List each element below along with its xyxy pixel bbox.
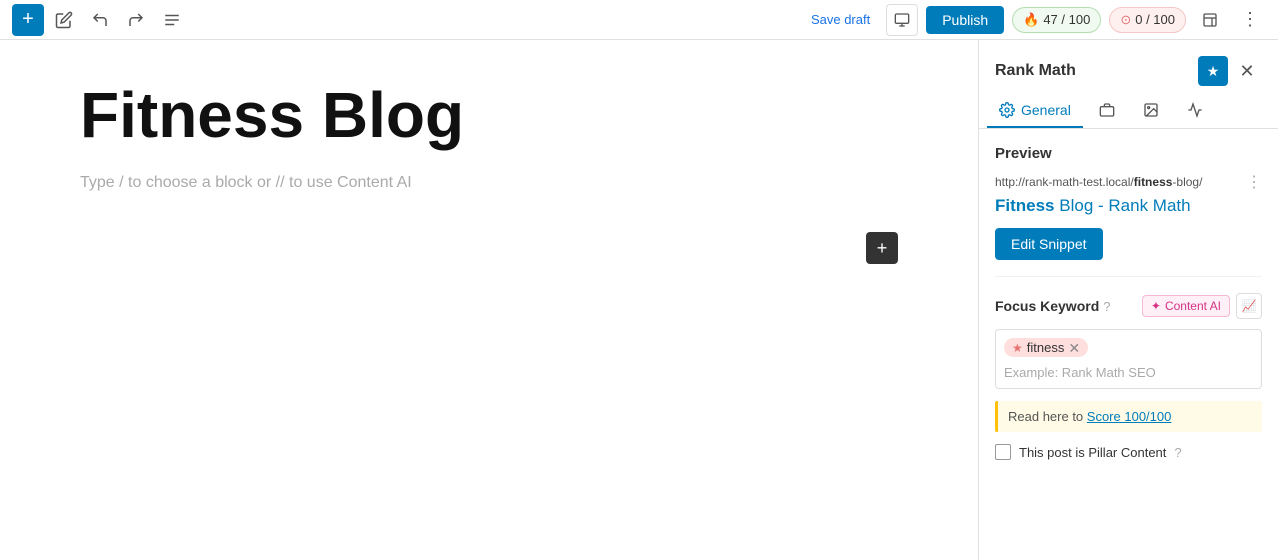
keyword-input-area[interactable]: ★ fitness ✕ Example: Rank Math SEO — [995, 329, 1262, 389]
sidebar-header: Rank Math ★ ✕ — [979, 40, 1278, 86]
list-view-button[interactable] — [156, 4, 188, 36]
preview-link-normal: Blog - Rank Math — [1055, 196, 1191, 215]
pillar-label: This post is Pillar Content — [1019, 445, 1166, 460]
preview-url-suffix: -blog/ — [1172, 175, 1202, 189]
trend-icon: 📈 — [1242, 299, 1257, 313]
tab-general[interactable]: General — [987, 94, 1083, 128]
main-area: Fitness Blog Type / to choose a block or… — [0, 40, 1278, 560]
preview-section: Preview http://rank-math-test.local/fitn… — [995, 145, 1262, 260]
save-draft-button[interactable]: Save draft — [803, 8, 878, 31]
list-icon — [163, 11, 181, 29]
star-icon: ★ — [1207, 63, 1220, 80]
read-here-prefix: Read here to — [1008, 409, 1087, 424]
seo-score-label: 47 / 100 — [1043, 12, 1090, 27]
toolbar: + Save draft Publish 🔥 47 / 100 ⊙ 0 / 10… — [0, 0, 1278, 40]
tab-briefcase[interactable] — [1087, 94, 1127, 128]
layout-icon — [1202, 12, 1218, 28]
content-ai-label: Content AI — [1165, 299, 1221, 313]
pencil-button[interactable] — [48, 4, 80, 36]
tab-analytics[interactable] — [1175, 94, 1215, 128]
focus-keyword-title-wrap: Focus Keyword ? — [995, 298, 1110, 314]
layout-button[interactable] — [1194, 4, 1226, 36]
gear-icon — [999, 102, 1015, 118]
preview-url-dots[interactable]: ⋮ — [1246, 172, 1262, 192]
publish-button[interactable]: Publish — [926, 6, 1004, 34]
undo-icon — [91, 11, 109, 29]
kebab-icon: ⋮ — [1241, 9, 1259, 30]
sidebar-title: Rank Math — [995, 62, 1076, 80]
undo-button[interactable] — [84, 4, 116, 36]
pillar-content-row: This post is Pillar Content ? — [995, 444, 1262, 460]
add-block-inline-button[interactable]: + — [866, 232, 898, 264]
accessibility-score-button[interactable]: ⊙ 0 / 100 — [1109, 7, 1186, 33]
content-ai-button[interactable]: ✦ Content AI — [1142, 295, 1230, 317]
preview-title: Preview — [995, 145, 1262, 162]
focus-keyword-title: Focus Keyword — [995, 298, 1099, 314]
redo-button[interactable] — [120, 4, 152, 36]
preview-url: http://rank-math-test.local/fitness-blog… — [995, 172, 1262, 192]
flame-icon: 🔥 — [1023, 12, 1039, 28]
seo-score-button[interactable]: 🔥 47 / 100 — [1012, 7, 1101, 33]
focus-keyword-section: Focus Keyword ? ✦ Content AI 📈 — [995, 276, 1262, 460]
close-icon: ✕ — [1239, 61, 1254, 82]
read-here-link[interactable]: Score 100/100 — [1087, 409, 1172, 424]
keyword-actions: ✦ Content AI 📈 — [1142, 293, 1262, 319]
plus-inline-icon: + — [877, 238, 888, 259]
read-here-banner: Read here to Score 100/100 — [995, 401, 1262, 432]
sidebar-header-icons: ★ ✕ — [1198, 56, 1262, 86]
page-title: Fitness Blog — [80, 80, 898, 150]
plus-icon: + — [22, 8, 34, 31]
tab-image[interactable] — [1131, 94, 1171, 128]
close-sidebar-button[interactable]: ✕ — [1232, 56, 1262, 86]
content-ai-icon: ✦ — [1151, 299, 1161, 313]
keyword-placeholder: Example: Rank Math SEO — [1004, 365, 1253, 380]
accessibility-score-label: 0 / 100 — [1135, 12, 1175, 27]
redo-icon — [127, 11, 145, 29]
preview-link-bold: Fitness — [995, 196, 1055, 215]
toolbar-right: Save draft Publish 🔥 47 / 100 ⊙ 0 / 100 … — [803, 4, 1266, 36]
briefcase-icon — [1099, 102, 1115, 118]
preview-button[interactable] — [886, 4, 918, 36]
more-options-button[interactable]: ⋮ — [1234, 4, 1266, 36]
keyword-star-icon: ★ — [1012, 341, 1023, 355]
preview-url-prefix: http://rank-math-test.local/ — [995, 175, 1134, 189]
tab-general-label: General — [1021, 102, 1071, 118]
focus-keyword-header: Focus Keyword ? ✦ Content AI 📈 — [995, 293, 1262, 319]
keyword-remove-button[interactable]: ✕ — [1068, 341, 1080, 355]
preview-url-text: http://rank-math-test.local/fitness-blog… — [995, 175, 1202, 189]
preview-link[interactable]: Fitness Blog - Rank Math — [995, 196, 1262, 216]
pencil-icon — [55, 11, 73, 29]
keyword-tag: ★ fitness ✕ — [1004, 338, 1088, 357]
pillar-checkbox[interactable] — [995, 444, 1011, 460]
edit-snippet-button[interactable]: Edit Snippet — [995, 228, 1103, 260]
keyword-tag-text: fitness — [1027, 340, 1065, 355]
editor-placeholder: Type / to choose a block or // to use Co… — [80, 174, 898, 192]
star-button[interactable]: ★ — [1198, 56, 1228, 86]
pillar-help-icon[interactable]: ? — [1174, 445, 1181, 460]
editor-area[interactable]: Fitness Blog Type / to choose a block or… — [0, 40, 978, 560]
sidebar: Rank Math ★ ✕ General — [978, 40, 1278, 560]
sidebar-tabs: General — [979, 86, 1278, 129]
trend-button[interactable]: 📈 — [1236, 293, 1262, 319]
sidebar-content: Preview http://rank-math-test.local/fitn… — [979, 129, 1278, 476]
add-block-button[interactable]: + — [12, 4, 44, 36]
preview-url-bold: fitness — [1134, 175, 1173, 189]
toolbar-left: + — [12, 4, 799, 36]
analytics-icon — [1187, 102, 1203, 118]
image-icon — [1143, 102, 1159, 118]
help-icon[interactable]: ? — [1103, 299, 1110, 314]
circle-score-icon: ⊙ — [1120, 12, 1131, 28]
monitor-icon — [894, 12, 910, 28]
